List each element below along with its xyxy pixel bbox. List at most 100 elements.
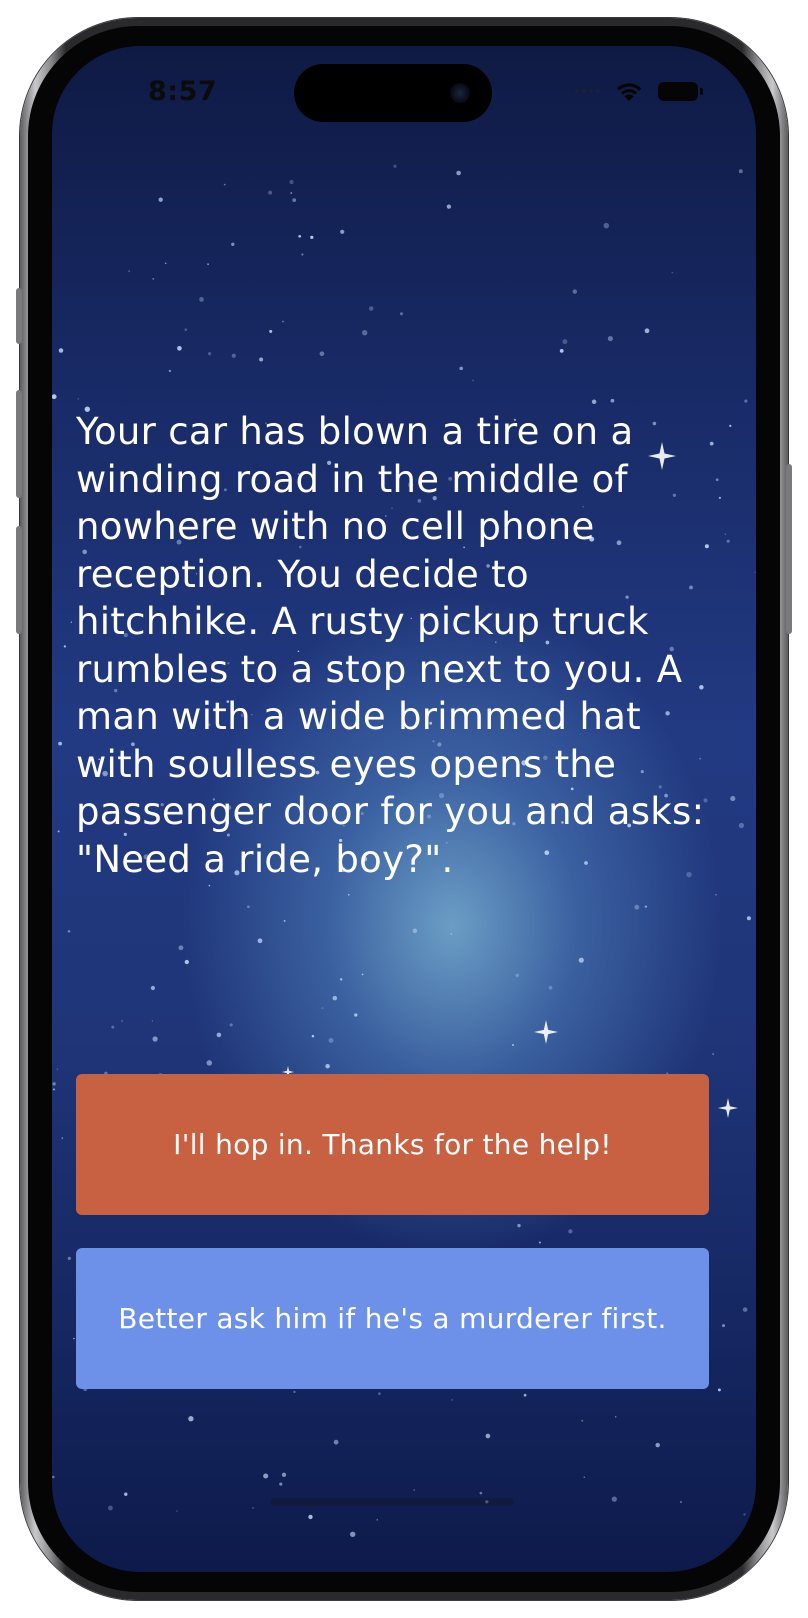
- star: [611, 1496, 617, 1502]
- star: [184, 328, 188, 331]
- app-screen: 8:57 Your car has blown a tire on a wind…: [52, 46, 756, 1572]
- star: [164, 262, 167, 265]
- star: [58, 741, 62, 746]
- star: [263, 1473, 269, 1479]
- star: [257, 938, 263, 944]
- star: [655, 1442, 660, 1448]
- star: [361, 973, 364, 976]
- star: [368, 306, 374, 311]
- star: [176, 1510, 178, 1512]
- star: [722, 1324, 725, 1328]
- star: [61, 1137, 64, 1140]
- star: [52, 394, 57, 400]
- star: [229, 1023, 233, 1027]
- star: [279, 1482, 283, 1486]
- star: [743, 1513, 746, 1516]
- star: [301, 253, 304, 256]
- star: [308, 1514, 313, 1520]
- battery-icon: [658, 81, 703, 101]
- star: [523, 1393, 527, 1397]
- star: [610, 398, 615, 403]
- star: [572, 289, 578, 294]
- star: [744, 399, 748, 403]
- star: [56, 1068, 59, 1070]
- star: [158, 197, 163, 202]
- front-camera-icon: [450, 83, 470, 103]
- star: [107, 1505, 113, 1511]
- star: [57, 830, 60, 833]
- star: [63, 645, 67, 648]
- star: [730, 796, 736, 802]
- star: [715, 478, 719, 482]
- star: [223, 183, 226, 186]
- story-text: Your car has blown a tire on a winding r…: [76, 410, 705, 881]
- star: [634, 904, 640, 910]
- star: [52, 1082, 56, 1086]
- star: [738, 822, 745, 829]
- star: [591, 399, 597, 405]
- sparkle-star: [718, 1098, 738, 1118]
- star: [206, 1060, 213, 1066]
- star: [644, 905, 648, 908]
- star: [712, 1053, 714, 1055]
- power-button: [786, 464, 792, 634]
- star: [124, 1492, 128, 1496]
- wifi-icon: [616, 83, 642, 101]
- star: [70, 621, 73, 623]
- star: [568, 1229, 573, 1234]
- star: [538, 1241, 541, 1244]
- star: [451, 1399, 453, 1401]
- star: [738, 169, 743, 174]
- star: [517, 1223, 521, 1228]
- star: [644, 328, 650, 334]
- star: [332, 995, 338, 1001]
- star: [581, 1419, 584, 1422]
- star: [548, 985, 553, 990]
- choice-2-button[interactable]: Better ask him if he's a murderer first.: [76, 1248, 709, 1389]
- star: [67, 1256, 71, 1261]
- star: [208, 352, 212, 356]
- star: [292, 198, 297, 202]
- star: [52, 1088, 56, 1091]
- star: [354, 1013, 358, 1017]
- star: [715, 894, 717, 896]
- star: [485, 1433, 491, 1439]
- star: [333, 1439, 339, 1445]
- cellular-signal-icon: [575, 89, 600, 93]
- star: [339, 978, 343, 981]
- action-button: [16, 288, 22, 344]
- star: [73, 1337, 75, 1340]
- star: [231, 242, 235, 246]
- star: [168, 369, 172, 373]
- star: [746, 916, 751, 921]
- star: [52, 1475, 55, 1479]
- star: [207, 263, 210, 266]
- star: [281, 1472, 287, 1477]
- star: [128, 270, 131, 273]
- volume-down-button: [16, 526, 22, 634]
- star: [578, 957, 584, 963]
- star: [718, 496, 722, 500]
- star: [152, 277, 155, 280]
- star: [446, 204, 452, 209]
- star: [347, 893, 350, 896]
- choice-1-button[interactable]: I'll hop in. Thanks for the help!: [76, 1074, 709, 1215]
- star: [283, 919, 286, 922]
- star: [151, 1020, 154, 1022]
- star: [178, 945, 184, 951]
- star: [298, 234, 302, 238]
- star: [515, 973, 519, 977]
- home-indicator[interactable]: [270, 1498, 514, 1506]
- sparkle-star: [534, 1020, 558, 1044]
- status-bar: 8:57: [52, 46, 756, 146]
- star: [724, 533, 726, 535]
- status-time: 8:57: [148, 76, 218, 107]
- star: [282, 320, 284, 323]
- star: [459, 366, 463, 371]
- star: [362, 330, 368, 336]
- star: [399, 312, 404, 316]
- star: [289, 179, 294, 185]
- star: [121, 1020, 123, 1022]
- dynamic-island: [294, 64, 492, 122]
- star: [378, 1392, 381, 1396]
